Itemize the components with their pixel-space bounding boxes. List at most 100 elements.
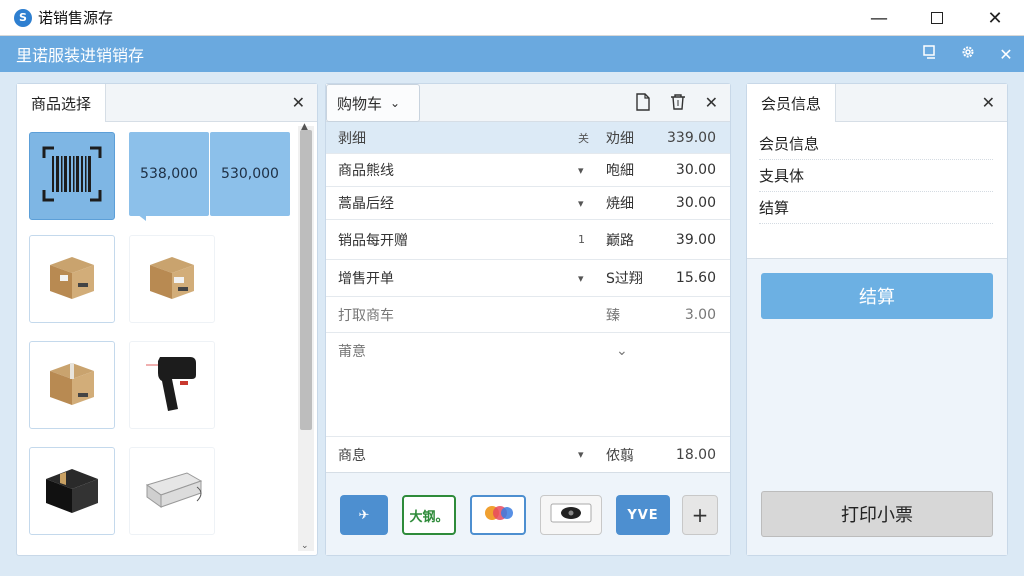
checkout-button[interactable]: 结算 xyxy=(761,273,993,319)
item-dropdown-icon[interactable]: ▾ xyxy=(578,164,584,177)
table-row[interactable]: 增售开单 ▾ S过翔 15.60 xyxy=(326,260,730,297)
window-titlebar: S 诺销售源存 — ✕ xyxy=(0,0,1024,36)
table-row[interactable]: 打取商车 臻 3.00 xyxy=(326,297,730,333)
card-icon xyxy=(480,504,516,526)
box-icon xyxy=(44,249,100,309)
item-spec: S过翔 xyxy=(606,271,643,287)
maximize-icon xyxy=(931,12,943,24)
cart-summary-row: 商息 ▾ 侬翦 18.00 xyxy=(326,436,730,472)
summary-mark: ▾ xyxy=(578,448,584,461)
product-tile[interactable] xyxy=(129,341,215,429)
box-icon xyxy=(44,355,100,415)
item-name: 蒿晶后经 xyxy=(338,196,394,212)
product-grid: 538,000 530,000 xyxy=(17,122,297,555)
black-box-icon xyxy=(42,461,102,521)
item-dropdown-icon[interactable]: ▾ xyxy=(578,197,584,210)
item-name: 莆意 xyxy=(338,344,366,360)
col-header-name: 剥细 xyxy=(338,130,366,147)
item-quantity: 1 xyxy=(578,233,585,246)
close-icon[interactable]: ✕ xyxy=(998,45,1014,64)
product-scrollbar[interactable]: ▲ ⌄ xyxy=(298,122,314,551)
table-row[interactable]: 蒿晶后经 ▾ 焼细 30.00 xyxy=(326,187,730,220)
payment-eye-button[interactable] xyxy=(540,495,602,535)
minimize-button[interactable]: — xyxy=(850,0,908,36)
member-panel: 会员信息 ✕ 会员信息 支具体 结算 结算 打印小票 xyxy=(746,83,1008,556)
payment-airplane-button[interactable]: ✈ xyxy=(340,495,388,535)
print-receipt-button[interactable]: 打印小票 xyxy=(761,491,993,537)
scroll-down-arrow[interactable]: ⌄ xyxy=(301,541,309,551)
printer-icon xyxy=(139,461,205,521)
close-icon[interactable]: ✕ xyxy=(292,93,305,112)
col-header-mark: 关 xyxy=(578,131,589,145)
cart-dropdown[interactable]: 购物车 ⌄ xyxy=(326,84,420,122)
close-window-button[interactable]: ✕ xyxy=(966,0,1024,36)
item-dropdown-icon[interactable]: ▾ xyxy=(578,272,584,285)
cart-panel: 购物车 ⌄ ✕ 剥细 关 劝细 339.00 商品熊线 ▾ 咆細 30.00 蒿… xyxy=(325,83,731,556)
app-header: 里诺服装进销销存 ✕ xyxy=(0,36,1024,72)
cart-tabbar: 购物车 ⌄ ✕ xyxy=(326,84,730,122)
add-payment-button[interactable]: + xyxy=(682,495,718,535)
airplane-icon: ✈ xyxy=(358,507,370,523)
table-row[interactable]: 销品每开赠 1 巅路 39.00 xyxy=(326,220,730,260)
product-tile[interactable] xyxy=(29,341,115,429)
list-item[interactable]: 支具体 xyxy=(759,160,993,192)
table-row[interactable]: 商品熊线 ▾ 咆細 30.00 xyxy=(326,154,730,187)
monitor-icon[interactable] xyxy=(922,44,938,64)
item-name: 商品熊线 xyxy=(338,163,394,179)
tab-member-info[interactable]: 会员信息 xyxy=(747,84,837,122)
item-amount: 30.00 xyxy=(675,195,716,211)
wechat-pay-label: 大钢。 xyxy=(409,509,449,525)
product-tile[interactable] xyxy=(129,447,215,535)
window-title: 诺销售源存 xyxy=(38,9,114,27)
tab-product-selection[interactable]: 商品选择 xyxy=(17,84,107,122)
item-name: 销品每开赠 xyxy=(338,232,408,249)
payment-card-button[interactable] xyxy=(470,495,526,535)
scroll-thumb[interactable] xyxy=(300,130,312,430)
barcode-product-tile[interactable] xyxy=(29,132,115,220)
item-amount: 30.00 xyxy=(675,162,716,178)
app-title: 里诺服装进销销存 xyxy=(16,46,145,65)
item-name: 打取商车 xyxy=(338,307,394,324)
product-tile[interactable] xyxy=(29,447,115,535)
product-tabbar: 商品选择 ✕ xyxy=(17,84,317,122)
cart-table-header: 剥细 关 劝细 339.00 xyxy=(326,122,730,154)
product-selection-panel: 商品选择 ✕ 538,000 530,000 ▲ ⌄ xyxy=(16,83,318,556)
summary-spec: 侬翦 xyxy=(606,447,634,464)
col-header-amount: 339.00 xyxy=(667,129,716,146)
payment-methods-bar: ✈ 大钢。 YVE + xyxy=(326,472,730,555)
item-amount: 3.00 xyxy=(684,306,716,323)
clear-cart-icon[interactable] xyxy=(669,93,687,115)
member-tabbar: 会员信息 ✕ xyxy=(747,84,1007,122)
col-header-qty: 劝细 xyxy=(606,130,634,147)
maximize-button[interactable] xyxy=(908,0,966,36)
item-amount: 15.60 xyxy=(675,270,716,286)
eye-icon xyxy=(549,502,593,528)
price-tile-1[interactable]: 538,000 xyxy=(129,132,209,216)
item-spec: 臻 xyxy=(606,307,620,324)
list-item[interactable]: 会员信息 xyxy=(759,128,993,160)
item-spec: 焼细 xyxy=(606,196,634,212)
cart-dropdown-label: 购物车 xyxy=(337,94,383,113)
close-icon[interactable]: ✕ xyxy=(982,93,995,112)
barcode-icon xyxy=(40,144,104,208)
item-spec: 巅路 xyxy=(606,232,634,249)
summary-amount: 18.00 xyxy=(675,446,716,463)
item-name: 增售开单 xyxy=(338,271,394,287)
chevron-down-icon[interactable]: ⌄ xyxy=(616,343,628,359)
product-tile[interactable] xyxy=(29,235,115,323)
yve-label: YVE xyxy=(627,507,659,523)
table-row[interactable]: 莆意 ⌄ xyxy=(326,333,730,369)
payment-wechat-button[interactable]: 大钢。 xyxy=(402,495,456,535)
summary-label: 商息 xyxy=(338,447,366,464)
payment-yve-button[interactable]: YVE xyxy=(616,495,670,535)
product-tile[interactable] xyxy=(129,235,215,323)
barcode-scanner-icon xyxy=(142,351,202,419)
list-item[interactable]: 结算 xyxy=(759,192,993,224)
close-icon[interactable]: ✕ xyxy=(705,93,718,115)
gear-icon[interactable] xyxy=(960,44,976,64)
box-icon xyxy=(144,249,200,309)
price-tile-2[interactable]: 530,000 xyxy=(210,132,290,216)
document-icon[interactable] xyxy=(635,93,651,115)
app-logo-icon: S xyxy=(14,8,32,27)
item-amount: 39.00 xyxy=(675,231,716,248)
